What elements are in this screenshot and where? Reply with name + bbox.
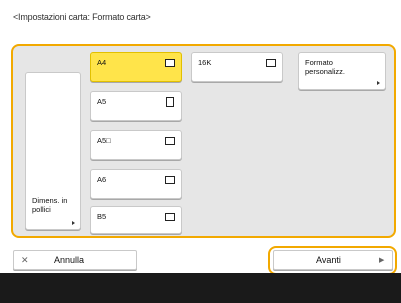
- landscape-icon: [165, 176, 175, 184]
- next-button[interactable]: Avanti ▶: [273, 250, 393, 270]
- next-label: Avanti: [316, 255, 341, 265]
- status-bar: [0, 273, 401, 303]
- size-b5-label: B5: [97, 212, 107, 221]
- submenu-arrow-icon: [72, 221, 75, 225]
- close-icon: ✕: [21, 255, 29, 265]
- size-a6-button[interactable]: A6: [90, 169, 182, 199]
- size-a5-button[interactable]: A5: [90, 91, 182, 121]
- play-arrow-icon: ▶: [379, 257, 385, 264]
- landscape-icon: [165, 137, 175, 145]
- cancel-label: Annulla: [54, 255, 85, 265]
- size-b5-button[interactable]: B5: [90, 206, 182, 234]
- page-title: <Impostazioni carta: Formato carta>: [13, 12, 151, 22]
- custom-size-label: Formato personalizz.: [305, 58, 346, 76]
- size-16k-button[interactable]: 16K: [191, 52, 283, 82]
- inch-sizes-label: Dimens. in pollici: [32, 196, 68, 214]
- submenu-arrow-icon: [377, 81, 380, 85]
- size-a5r-label: A5□: [97, 136, 111, 145]
- size-a6-label: A6: [97, 175, 107, 184]
- portrait-icon: [166, 97, 174, 107]
- size-16k-label: 16K: [198, 58, 212, 67]
- landscape-icon: [165, 59, 175, 67]
- custom-size-button[interactable]: Formato personalizz.: [298, 52, 386, 90]
- landscape-icon: [165, 213, 175, 221]
- size-a5r-button[interactable]: A5□: [90, 130, 182, 160]
- size-a4-button[interactable]: A4: [90, 52, 182, 82]
- cancel-button[interactable]: ✕ Annulla: [13, 250, 137, 270]
- landscape-icon: [266, 59, 276, 67]
- inch-sizes-button[interactable]: Dimens. in pollici: [25, 72, 81, 230]
- paper-size-panel: Dimens. in pollici A4 A5 A5□ A6 B5 16K F…: [11, 44, 396, 238]
- size-a5-label: A5: [97, 97, 107, 106]
- size-a4-label: A4: [97, 58, 107, 67]
